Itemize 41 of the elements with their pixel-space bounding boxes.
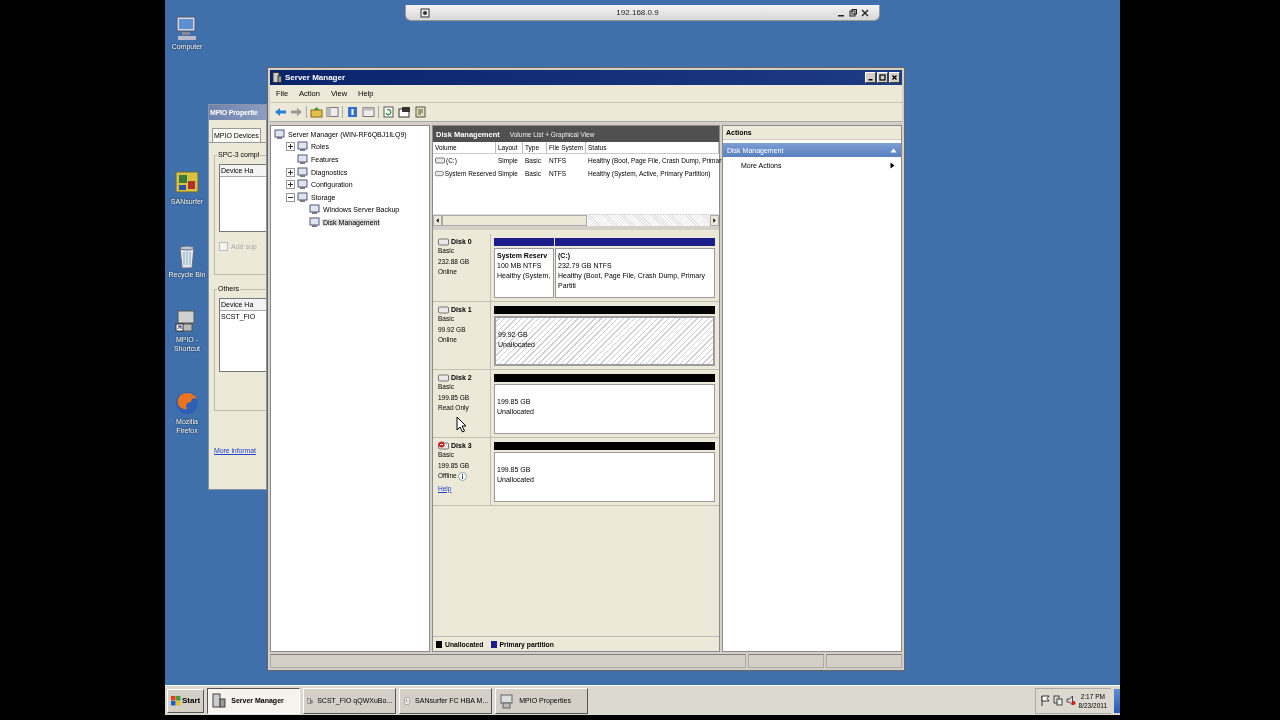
expand-icon[interactable] — [286, 142, 295, 152]
app-icon — [211, 692, 228, 709]
panel-icon[interactable] — [362, 106, 375, 118]
server-icon — [272, 72, 282, 83]
panel-icon[interactable] — [326, 106, 339, 118]
back-icon[interactable] — [274, 106, 287, 118]
app-icon — [499, 692, 516, 709]
submenu-arrow-icon — [890, 162, 895, 169]
windows-logo-icon — [171, 695, 181, 706]
horizontal-scrollbar[interactable] — [433, 214, 719, 226]
scroll-thumb[interactable] — [442, 215, 587, 226]
close-button[interactable] — [889, 72, 900, 83]
refresh-icon[interactable] — [382, 106, 395, 118]
pin-icon[interactable] — [420, 7, 430, 18]
restore-icon[interactable] — [849, 8, 857, 17]
speaker-icon[interactable] — [1065, 695, 1076, 706]
monitor-icon — [274, 128, 285, 140]
monitor-icon — [297, 141, 308, 153]
flag-icon[interactable] — [1039, 695, 1050, 706]
monitor-icon — [297, 154, 308, 165]
expand-icon[interactable] — [286, 167, 295, 177]
monitor-icon — [309, 216, 320, 228]
start-button[interactable]: Start — [167, 688, 205, 713]
monitor-icon — [297, 179, 308, 191]
collapse-icon[interactable] — [286, 192, 295, 202]
scroll-right-icon[interactable] — [710, 215, 719, 226]
monitor-icon — [297, 191, 308, 203]
monitor-icon — [309, 204, 320, 216]
cursor-icon — [456, 416, 468, 433]
window-title: Server Manager — [285, 73, 347, 82]
connection-address: 192.168.0.9 — [615, 8, 660, 17]
network-icon[interactable] — [1052, 695, 1063, 706]
scroll-left-icon[interactable] — [433, 215, 442, 226]
folder-up-icon[interactable] — [310, 106, 323, 118]
expand-icon[interactable] — [286, 180, 295, 190]
maximize-button[interactable] — [877, 72, 888, 83]
info-icon[interactable] — [457, 471, 467, 481]
minimize-button[interactable] — [865, 72, 876, 83]
close-icon[interactable] — [861, 8, 869, 17]
monitor-icon — [297, 166, 308, 178]
show-desktop-button[interactable] — [1114, 688, 1120, 713]
